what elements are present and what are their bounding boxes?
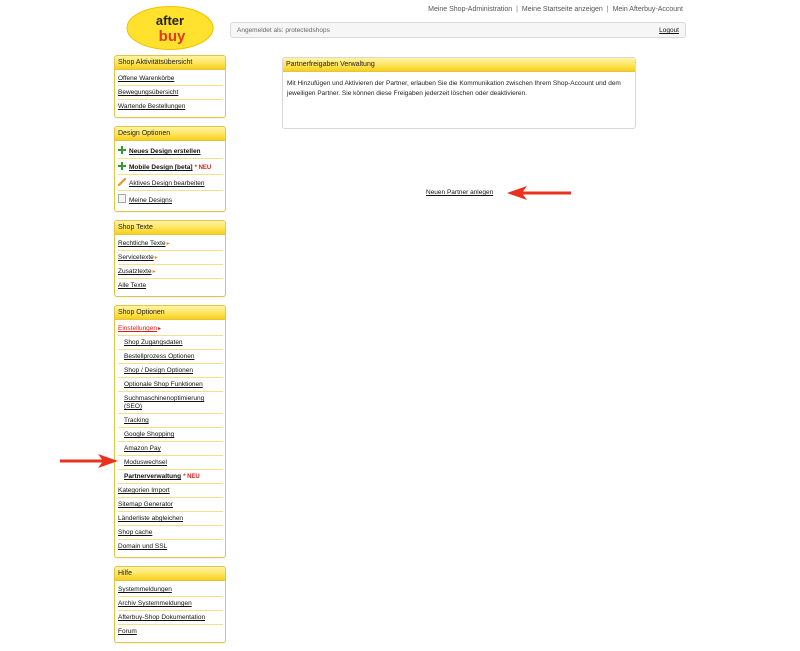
link-seo[interactable]: Suchmaschinenoptimierung (SEO) bbox=[124, 395, 204, 410]
link-archiv-systemmeldungen[interactable]: Archiv Systemmeldungen bbox=[118, 600, 192, 607]
box-title: Design Optionen bbox=[115, 127, 225, 141]
top-links: Meine Shop-Administration | Meine Starts… bbox=[428, 6, 683, 13]
partner-panel: Partnerfreigaben Verwaltung Mit Hinzufüg… bbox=[282, 57, 636, 129]
link-tracking[interactable]: Tracking bbox=[124, 417, 149, 424]
separator: | bbox=[516, 6, 518, 13]
link-startseite[interactable]: Meine Startseite anzeigen bbox=[522, 6, 603, 13]
panel-description: Mit Hinzufügen und Aktivieren der Partne… bbox=[287, 80, 621, 97]
link-moduswechsel[interactable]: Moduswechsel bbox=[124, 459, 167, 466]
link-shop-zugangsdaten[interactable]: Shop Zugangsdaten bbox=[124, 339, 183, 346]
link-bestellprozess-optionen[interactable]: Bestellprozess Optionen bbox=[124, 353, 194, 360]
link-shop-cache[interactable]: Shop cache bbox=[118, 529, 152, 536]
link-offene-warenkoerbe[interactable]: Offene Warenkörbe bbox=[118, 75, 174, 82]
sidebar: Shop Aktivitätsübersicht Offene Warenkör… bbox=[114, 55, 226, 651]
link-partnerverwaltung[interactable]: Partnerverwaltung bbox=[124, 473, 181, 480]
link-google-shopping[interactable]: Google Shopping bbox=[124, 431, 174, 438]
link-afterbuy-account[interactable]: Mein Afterbuy-Account bbox=[613, 6, 683, 13]
new-partner-link[interactable]: Neuen Partner anlegen bbox=[426, 189, 493, 196]
panel-title: Partnerfreigaben Verwaltung bbox=[283, 58, 635, 72]
link-laenderliste-abgleichen[interactable]: Länderliste abgleichen bbox=[118, 515, 183, 522]
box-title: Shop Optionen bbox=[115, 306, 225, 320]
box-title: Hilfe bbox=[115, 567, 225, 581]
box-shop-aktivitaet: Shop Aktivitätsübersicht Offene Warenkör… bbox=[114, 55, 226, 118]
link-dokumentation[interactable]: Afterbuy-Shop Dokumentation bbox=[118, 614, 205, 621]
box-title: Shop Aktivitätsübersicht bbox=[115, 56, 225, 70]
link-rechtliche-texte[interactable]: Rechtliche Texte bbox=[118, 240, 166, 247]
logout-link[interactable]: Logout bbox=[659, 27, 679, 34]
link-bewegungsuebersicht[interactable]: Bewegungsübersicht bbox=[118, 89, 178, 96]
link-forum[interactable]: Forum bbox=[118, 628, 137, 635]
link-servicetexte[interactable]: Servicetexte bbox=[118, 254, 154, 261]
pencil-icon bbox=[118, 178, 126, 186]
plus-icon bbox=[118, 162, 126, 170]
link-systemmeldungen[interactable]: Systemmeldungen bbox=[118, 586, 172, 593]
login-bar: Angemeldet als: protectedshops Logout bbox=[230, 22, 686, 38]
logo-text-buy: buy bbox=[159, 28, 186, 45]
box-shop-texte: Shop Texte Rechtliche Texte▸ Servicetext… bbox=[114, 220, 226, 297]
new-badge: * NEU bbox=[194, 165, 212, 171]
link-shop-administration[interactable]: Meine Shop-Administration bbox=[428, 6, 512, 13]
link-sitemap-generator[interactable]: Sitemap Generator bbox=[118, 501, 173, 508]
link-kategorien-import[interactable]: Kategorien Import bbox=[118, 487, 170, 494]
link-neues-design[interactable]: Neues Design erstellen bbox=[129, 148, 201, 155]
link-einstellungen[interactable]: Einstellungen bbox=[118, 325, 157, 332]
chevron-right-icon: ▸ bbox=[154, 255, 158, 261]
box-title: Shop Texte bbox=[115, 221, 225, 235]
link-shop-design-optionen[interactable]: Shop / Design Optionen bbox=[124, 367, 193, 374]
link-mobile-design[interactable]: Mobile Design [beta] bbox=[129, 164, 193, 171]
separator: | bbox=[606, 6, 609, 13]
link-wartende-bestellungen[interactable]: Wartende Bestellungen bbox=[118, 103, 185, 110]
red-arrow-icon bbox=[507, 186, 571, 200]
afterbuy-logo[interactable]: after buy bbox=[126, 6, 214, 50]
link-amazon-pay[interactable]: Amazon Pay bbox=[124, 445, 161, 452]
page-icon bbox=[118, 194, 126, 203]
link-aktives-design[interactable]: Aktives Design bearbeiten bbox=[129, 180, 205, 187]
box-shop-optionen: Shop Optionen Einstellungen▸ Shop Zugang… bbox=[114, 305, 226, 558]
new-badge: * NEU bbox=[183, 474, 200, 480]
logged-in-label: Angemeldet als: protectedshops bbox=[237, 27, 330, 34]
box-design-optionen: Design Optionen Neues Design erstellen M… bbox=[114, 126, 226, 212]
chevron-right-icon: ▸ bbox=[166, 241, 170, 247]
link-domain-ssl[interactable]: Domain und SSL bbox=[118, 543, 167, 550]
logo-text-after: after bbox=[156, 13, 184, 28]
box-hilfe: Hilfe Systemmeldungen Archiv Systemmeldu… bbox=[114, 566, 226, 643]
chevron-right-icon: ▸ bbox=[158, 326, 162, 332]
link-meine-designs[interactable]: Meine Designs bbox=[129, 197, 172, 204]
chevron-right-icon: ▸ bbox=[152, 269, 156, 275]
link-zusatztexte[interactable]: Zusatztexte bbox=[118, 268, 152, 275]
link-alle-texte[interactable]: Alle Texte bbox=[118, 282, 146, 289]
link-optionale-shop-funktionen[interactable]: Optionale Shop Funktionen bbox=[124, 381, 203, 388]
plus-icon bbox=[118, 146, 126, 154]
red-arrow-icon bbox=[60, 454, 118, 468]
